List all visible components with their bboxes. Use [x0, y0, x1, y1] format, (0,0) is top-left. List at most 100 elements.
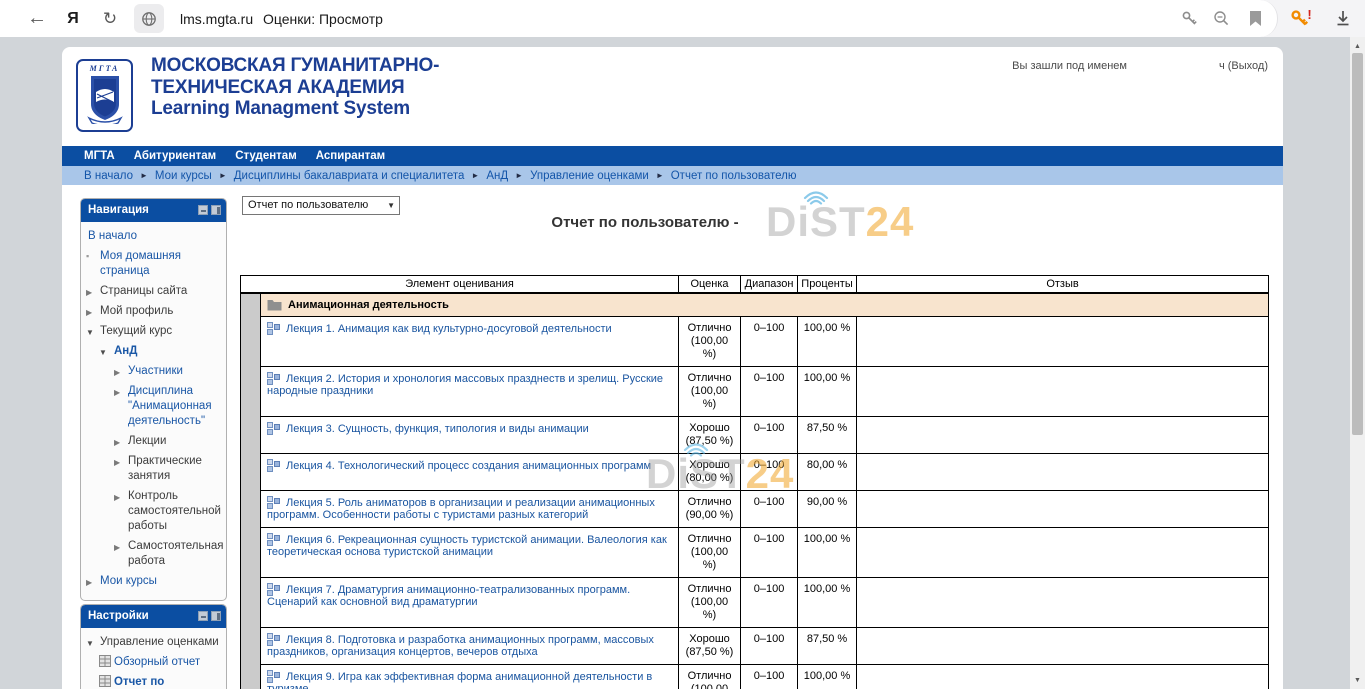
settings-block-title: Настройки [88, 610, 149, 622]
indent-cell [241, 453, 261, 490]
chevron-right-icon: ▶ [114, 365, 120, 380]
sidebar-item-control[interactable]: ▶ Контроль самостоятельной работы [86, 489, 222, 534]
grade-item-link[interactable]: Лекция 1. Анимация как вид культурно-дос… [286, 323, 612, 335]
menu-item-abiturientam[interactable]: Абитуриентам [134, 150, 216, 162]
grade-item-link[interactable]: Лекция 6. Рекреационная сущность туристс… [267, 534, 667, 558]
site-security-button[interactable] [134, 4, 164, 33]
sidebar-item-my-profile[interactable]: ▶ Мой профиль [86, 304, 222, 319]
sidebar-item-my-home[interactable]: ▪Моя домашняя страница [86, 249, 222, 279]
block-collapse-icon[interactable] [198, 205, 208, 215]
browser-back-button[interactable]: ← [22, 0, 52, 37]
grade-item-link[interactable]: Лекция 7. Драматургия анимационно-театра… [267, 584, 630, 608]
sidebar-item-practice[interactable]: ▶Практические занятия [86, 454, 222, 484]
sidebar-link[interactable]: Страницы сайта [100, 285, 187, 297]
sidebar-item-course-and[interactable]: ▼АнД [86, 344, 222, 359]
table-row: Лекция 5. Роль аниматоров в организации … [241, 490, 1269, 527]
sidebar-item-my-courses[interactable]: ▶Мои курсы [86, 574, 222, 589]
sidebar-link[interactable]: Практические занятия [128, 455, 202, 482]
sidebar-link[interactable]: Мой профиль [100, 305, 173, 317]
crumb-user-report[interactable]: Отчет по пользователю [671, 170, 797, 182]
percent-cell: 100,00 % [798, 366, 857, 416]
bookmark-icon[interactable] [1240, 0, 1270, 37]
yandex-logo-icon[interactable]: Я [60, 0, 86, 37]
scroll-down-icon[interactable]: ▼ [1350, 673, 1365, 687]
wifi-arcs-icon [802, 185, 832, 205]
block-dock-icon[interactable] [211, 205, 221, 215]
scroll-up-icon[interactable]: ▲ [1350, 39, 1365, 53]
settings-item-overview-report[interactable]: Обзорный отчет [86, 655, 222, 670]
block-collapse-icon[interactable] [198, 611, 208, 621]
crumb-my-courses[interactable]: Мои курсы [155, 170, 212, 182]
sidebar-link[interactable]: АнД [114, 345, 137, 357]
sidebar-link[interactable]: Мои курсы [100, 575, 157, 587]
block-dock-icon[interactable] [211, 611, 221, 621]
password-alert-icon[interactable]: ! [1284, 0, 1318, 37]
grade-cell: Хорошо(80,00 %) [679, 453, 741, 490]
academy-title-line1: МОСКОВСКАЯ ГУМАНИТАРНО- [151, 55, 439, 77]
settings-link[interactable]: Управление оценками [100, 636, 219, 648]
table-row: Лекция 7. Драматургия анимационно-театра… [241, 577, 1269, 627]
menu-item-aspirantam[interactable]: Аспирантам [316, 150, 385, 162]
table-row: Лекция 2. История и хронология массовых … [241, 366, 1269, 416]
select-arrow-icon: ▼ [387, 201, 395, 210]
settings-link[interactable]: Отчет по пользователю [114, 676, 197, 689]
percent-cell: 87,50 % [798, 627, 857, 664]
crumb-course[interactable]: АнД [486, 170, 508, 182]
table-header-row: Элемент оценивания Оценка Диапазон Проце… [241, 276, 1269, 293]
logo-text: МГТА [78, 64, 131, 73]
breadcrumb: В начало ► Мои курсы ► Дисциплины бакала… [62, 166, 1283, 185]
sidebar-link[interactable]: Контроль самостоятельной работы [128, 490, 221, 532]
report-type-select[interactable]: Отчет по пользователю ▼ [242, 196, 400, 215]
grade-item-link[interactable]: Лекция 9. Игра как эффективная форма ани… [267, 671, 652, 689]
menu-item-mgta[interactable]: МГТА [84, 150, 115, 162]
sidebar-item-lectures[interactable]: ▶Лекции [86, 434, 222, 449]
url-text[interactable]: lms.mgta.ru [180, 0, 253, 37]
sidebar-item-participants[interactable]: ▶ Участники [86, 364, 222, 379]
grade-item-link[interactable]: Лекция 3. Сущность, функция, типология и… [286, 423, 589, 435]
range-cell: 0–100 [741, 527, 798, 577]
grade-cell: Хорошо(87,50 %) [679, 627, 741, 664]
sidebar-item-home[interactable]: В начало [86, 229, 222, 244]
sidebar-item-selfwork[interactable]: ▶Самостоятельная работа [86, 539, 222, 569]
sidebar-link[interactable]: В начало [88, 230, 137, 242]
sidebar-link[interactable]: Участники [128, 365, 183, 377]
grade-item-link[interactable]: Лекция 5. Роль аниматоров в организации … [267, 497, 655, 521]
zoom-page-icon[interactable] [1206, 0, 1236, 37]
grade-report-table: Элемент оценивания Оценка Диапазон Проце… [240, 275, 1269, 689]
sidebar-link[interactable]: Текущий курс [100, 325, 172, 337]
chevron-right-icon: ▶ [86, 285, 92, 300]
settings-item-grade-admin[interactable]: ▼Управление оценками [86, 635, 222, 650]
sidebar-item-site-pages[interactable]: ▶ Страницы сайта [86, 284, 222, 299]
vertical-scrollbar[interactable]: ▲ ▼ [1350, 37, 1365, 689]
grade-item-link[interactable]: Лекция 8. Подготовка и разработка анимац… [267, 634, 654, 658]
academy-title-line2: ТЕХНИЧЕСКАЯ АКАДЕМИЯ [151, 77, 439, 99]
indent-cell [241, 490, 261, 527]
refresh-icon[interactable]: ↻ [96, 0, 124, 37]
settings-item-user-report[interactable]: Отчет по пользователю [86, 675, 222, 689]
sidebar-item-discipline[interactable]: ▶Дисциплина "Анимационная деятельность" [86, 384, 222, 429]
feedback-cell [857, 627, 1269, 664]
sidebar-item-current-course[interactable]: ▼Текущий курс [86, 324, 222, 339]
chevron-right-icon: ▶ [114, 490, 120, 505]
sidebar-link[interactable]: Моя домашняя страница [100, 250, 181, 277]
grade-item-link[interactable]: Лекция 4. Технологический процесс создан… [286, 460, 651, 472]
logout-link[interactable]: ч (Выход) [1219, 60, 1268, 72]
crumb-home[interactable]: В начало [84, 170, 133, 182]
crumb-disciplines[interactable]: Дисциплины бакалавриата и специалитета [234, 170, 465, 182]
sidebar-link[interactable]: Дисциплина "Анимационная деятельность" [128, 385, 212, 427]
table-row: Лекция 1. Анимация как вид культурно-дос… [241, 316, 1269, 366]
menu-item-studentam[interactable]: Студентам [235, 150, 297, 162]
scrollbar-thumb[interactable] [1352, 53, 1363, 435]
download-icon[interactable] [1328, 0, 1358, 37]
password-manager-icon[interactable] [1174, 0, 1204, 37]
crumb-grade-admin[interactable]: Управление оценками [530, 170, 649, 182]
chevron-right-icon: ▶ [86, 305, 92, 320]
academy-logo[interactable]: МГТА [76, 59, 133, 132]
sidebar-link[interactable]: Самостоятельная работа [128, 540, 223, 567]
grade-item-link[interactable]: Лекция 2. История и хронология массовых … [267, 373, 663, 397]
settings-link[interactable]: Обзорный отчет [114, 656, 200, 668]
globe-icon [141, 11, 157, 27]
lesson-icon [267, 372, 280, 385]
sidebar-link[interactable]: Лекции [128, 435, 166, 447]
range-cell: 0–100 [741, 627, 798, 664]
